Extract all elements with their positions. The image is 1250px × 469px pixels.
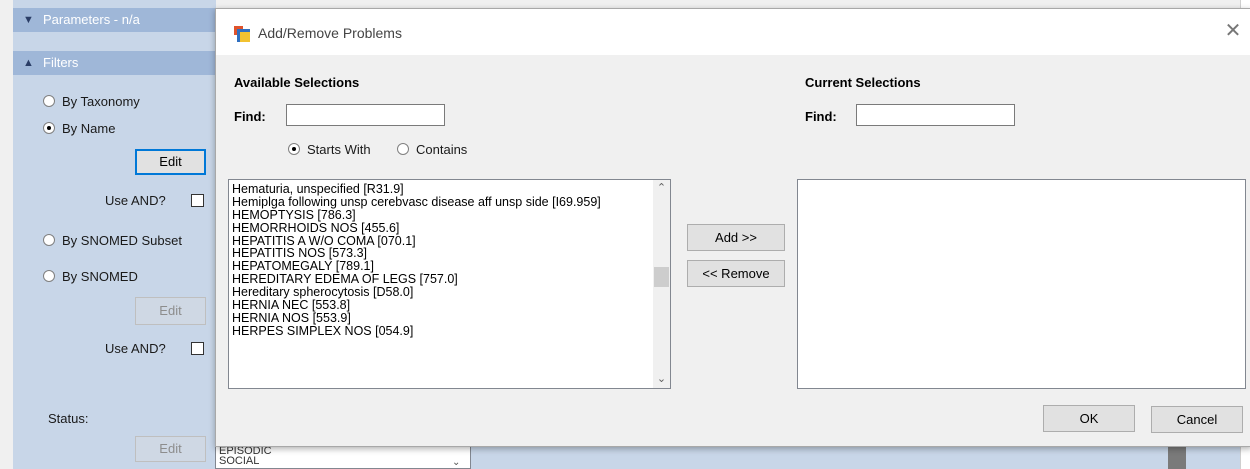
contains-radio[interactable]: Contains [397,141,467,159]
radio-button-checked[interactable] [43,122,55,134]
ok-button[interactable]: OK [1043,405,1135,432]
status-label: Status: [48,411,89,426]
filters-header-label: Filters [43,55,79,70]
filters-header[interactable]: ▲︎ Filters [13,51,216,75]
add-button[interactable]: Add >> [687,224,785,251]
background-panel [471,445,1240,469]
contains-label: Contains [416,142,468,157]
add-remove-problems-dialog: Add/Remove Problems ✕ Available Selectio… [215,8,1250,447]
list-item[interactable]: HERNIA NEC [553.8] [232,299,601,312]
radio-by-snomed-label: By SNOMED [62,269,138,284]
current-find-label: Find: [805,109,837,124]
list-item[interactable]: Hemiplga following unsp cerebvasc diseas… [232,195,601,209]
radio-by-snomed[interactable]: By SNOMED [43,268,138,286]
status-edit-button[interactable]: Edit [135,436,206,462]
parameters-header[interactable]: ▼︎ Parameters - n/a [13,8,216,32]
chevron-up-icon: ▲︎ [23,57,34,69]
background-scrollbar [1168,445,1186,469]
list-item[interactable]: HERNIA NOS [553.9] [232,312,601,325]
scroll-up-icon[interactable]: ⌃ [653,180,670,197]
dialog-titlebar[interactable]: Add/Remove Problems ✕ [216,9,1250,55]
radio-by-snomed-subset[interactable]: By SNOMED Subset [43,232,182,250]
radio-by-snomed-subset-label: By SNOMED Subset [62,233,182,248]
available-list-scrollbar[interactable]: ⌃ ⌄ [653,180,670,388]
scroll-down-icon[interactable]: ⌄ [653,371,670,388]
radio-by-name[interactable]: By Name [43,120,115,138]
starts-with-label: Starts With [307,142,371,157]
available-list-items: Hematuria, unspecified [R31.9] Hemiplga f… [232,183,601,338]
close-icon[interactable]: ✕ [1221,19,1245,43]
available-find-input[interactable] [286,104,445,126]
list-item[interactable]: Hematuria, unspecified [R31.9] [232,183,601,196]
cancel-button[interactable]: Cancel [1151,406,1243,433]
list-item[interactable]: HERPES SIMPLEX NOS [054.9] [232,324,601,338]
radio-by-taxonomy[interactable]: By Taxonomy [43,93,140,111]
radio-button[interactable] [397,143,409,155]
background-status-list[interactable]: EPISODIC SOCIAL ⌄ [215,445,471,469]
radio-by-name-label: By Name [62,121,116,136]
chevron-down-icon: ⌄ [452,457,461,468]
radio-button-checked[interactable] [288,143,300,155]
name-use-and-checkbox[interactable] [191,194,204,207]
radio-button[interactable] [43,95,55,107]
app-icon [234,26,250,42]
list-item[interactable]: HEMORRHOIDS NOS [455.6] [232,221,601,235]
scroll-thumb[interactable] [654,267,669,287]
list-item[interactable]: HEMOPTYSIS [786.3] [232,208,601,222]
dialog-title: Add/Remove Problems [258,25,402,41]
available-selections-title: Available Selections [234,75,360,90]
snomed-use-and-label: Use AND? [105,341,166,356]
remove-button[interactable]: << Remove [687,260,785,287]
list-item[interactable]: SOCIAL [216,456,470,467]
current-selections-title: Current Selections [805,75,921,90]
name-use-and-label: Use AND? [105,193,166,208]
chevron-down-icon: ▼︎ [23,14,34,26]
radio-button[interactable] [43,234,55,246]
available-list[interactable]: Hematuria, unspecified [R31.9] Hemiplga f… [228,179,671,389]
available-find-label: Find: [234,109,266,124]
snomed-use-and-checkbox[interactable] [191,342,204,355]
name-edit-button[interactable]: Edit [135,149,206,175]
current-find-input[interactable] [856,104,1015,126]
filter-panel: ▼︎ Parameters - n/a ▲︎ Filters By Taxono… [13,0,216,469]
current-list[interactable] [797,179,1246,389]
snomed-edit-button[interactable]: Edit [135,297,206,325]
starts-with-radio[interactable]: Starts With [288,141,371,159]
radio-by-taxonomy-label: By Taxonomy [62,94,140,109]
radio-button[interactable] [43,270,55,282]
parameters-header-label: Parameters - n/a [43,12,140,27]
